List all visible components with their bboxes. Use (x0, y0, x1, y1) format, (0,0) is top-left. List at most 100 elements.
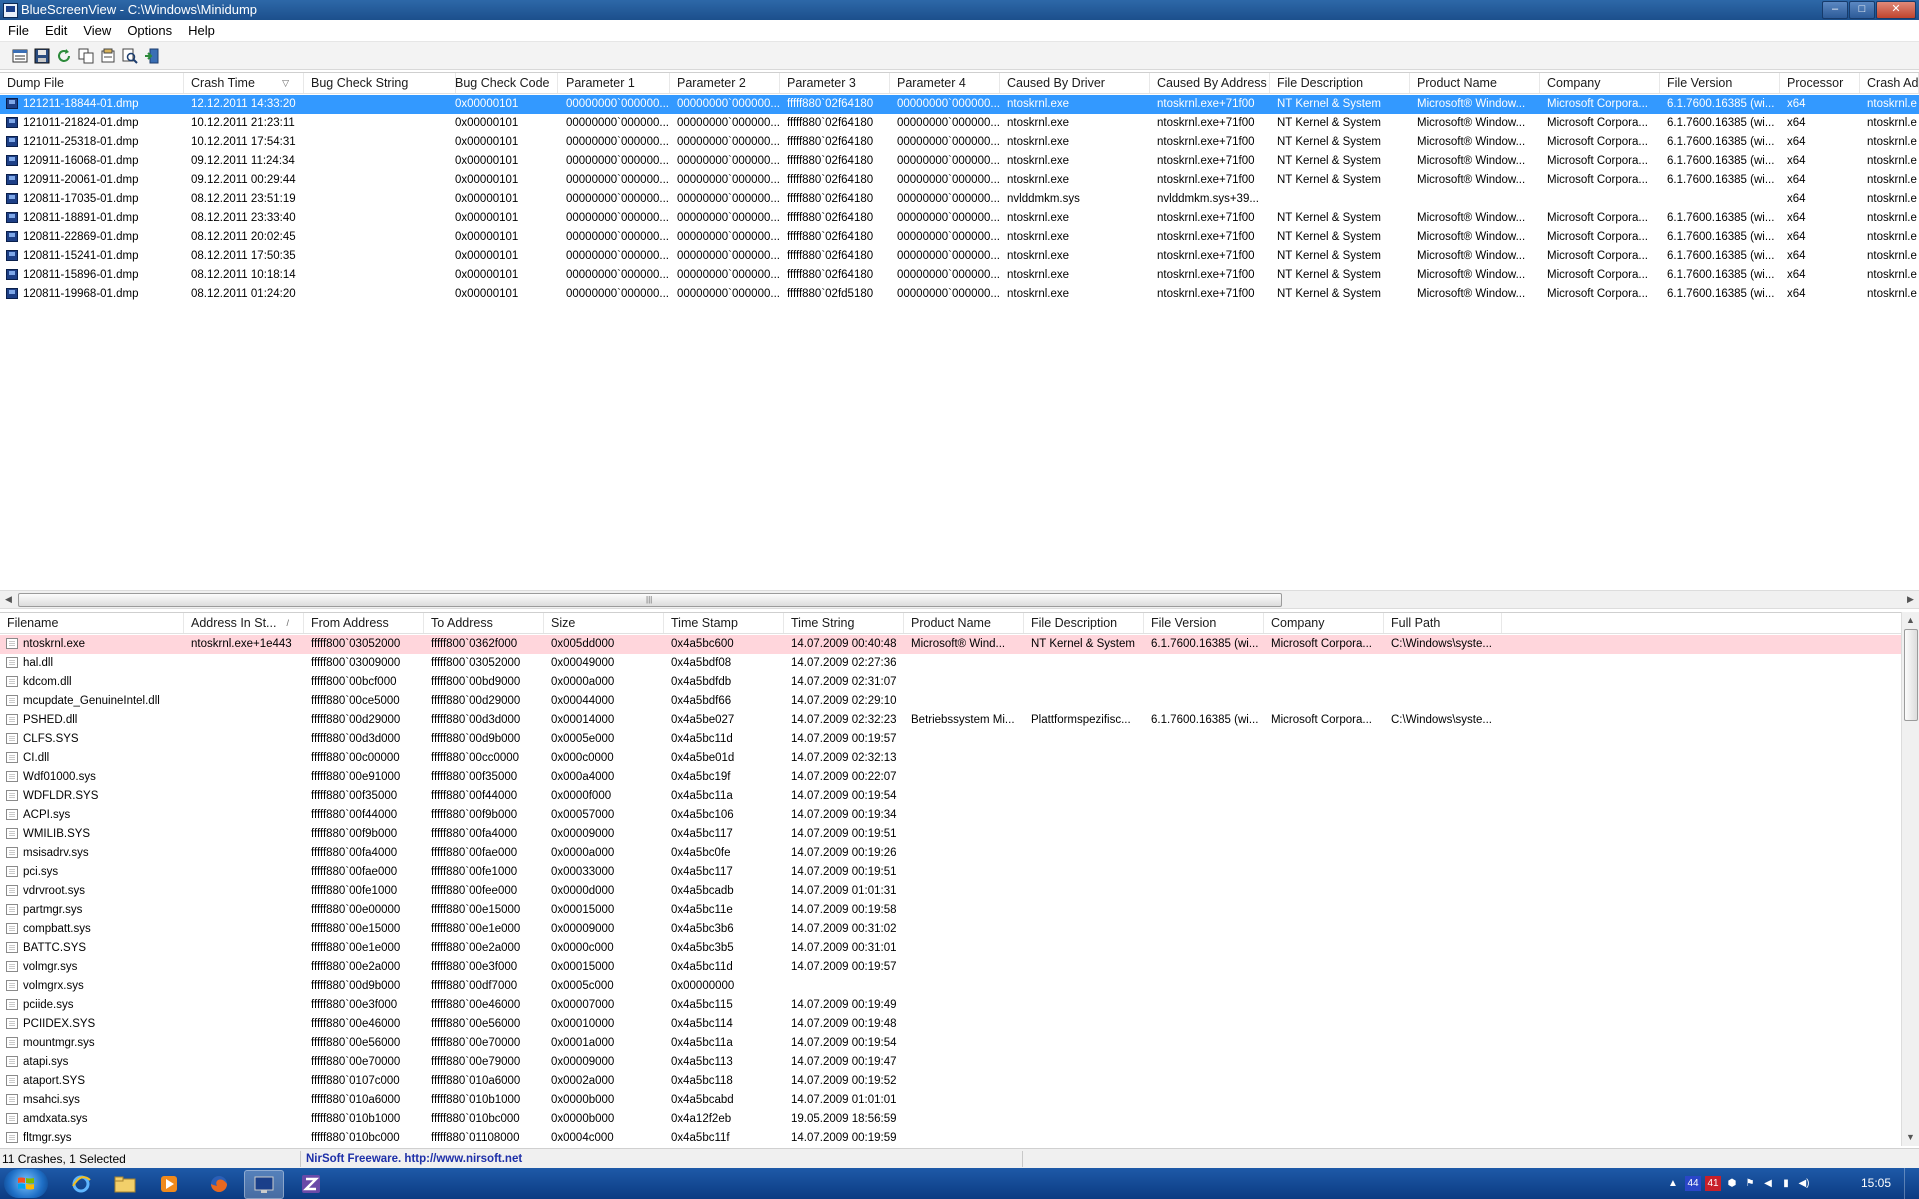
zonealarm-icon[interactable] (292, 1170, 330, 1197)
table-row[interactable]: msahci.sys fffff880`010a6000 fffff880`010b… (0, 1091, 1919, 1110)
driver-list-vscrollbar[interactable]: ▲ ▼ (1901, 612, 1919, 1146)
table-row[interactable]: 120911-20061-01.dmp 09.12.2011 00:29:44 0x… (0, 171, 1919, 190)
table-row[interactable]: 120911-16068-01.dmp 09.12.2011 11:24:34 0x… (0, 152, 1919, 171)
ie-icon[interactable] (62, 1170, 100, 1197)
driver-col-file-version[interactable]: File Version (1144, 613, 1264, 633)
table-row[interactable]: BATTC.SYS fffff880`00e1e000 fffff880`00e2a… (0, 939, 1919, 958)
table-row[interactable]: 121211-18844-01.dmp 12.12.2011 14:33:20 0x… (0, 95, 1919, 114)
crash-col-parameter-2[interactable]: Parameter 2 (670, 73, 780, 93)
driver-col-address-in-st[interactable]: Address In St... / (184, 613, 304, 633)
table-row[interactable]: WMILIB.SYS fffff880`00f9b000 fffff880`00fa… (0, 825, 1919, 844)
crash-col-caused-by-driver[interactable]: Caused By Driver (1000, 73, 1150, 93)
table-row[interactable]: atapi.sys fffff880`00e70000 fffff880`00e79… (0, 1053, 1919, 1072)
crash-col-parameter-4[interactable]: Parameter 4 (890, 73, 1000, 93)
table-row[interactable]: 120811-15241-01.dmp 08.12.2011 17:50:35 0x… (0, 247, 1919, 266)
table-row[interactable]: amdxata.sys fffff880`010b1000 fffff880`010… (0, 1110, 1919, 1129)
driver-col-product-name[interactable]: Product Name (904, 613, 1024, 633)
copy-icon[interactable] (76, 46, 95, 65)
driver-col-time-stamp[interactable]: Time Stamp (664, 613, 784, 633)
explorer-icon[interactable] (106, 1170, 144, 1197)
crash-col-dump-file[interactable]: Dump File (0, 73, 184, 93)
volume-icon[interactable]: ◀) (1797, 1176, 1811, 1191)
driver-col-filename[interactable]: Filename (0, 613, 184, 633)
properties-icon[interactable] (10, 46, 29, 65)
driver-col-company[interactable]: Company (1264, 613, 1384, 633)
table-row[interactable]: mountmgr.sys fffff880`00e56000 fffff880`00… (0, 1034, 1919, 1053)
crash-col-caused-by-address[interactable]: Caused By Address (1150, 73, 1270, 93)
table-row[interactable]: 121011-25318-01.dmp 10.12.2011 17:54:31 0x… (0, 133, 1919, 152)
firefox-icon[interactable] (200, 1170, 238, 1197)
clock[interactable]: 15:05 (1861, 1168, 1891, 1199)
menu-view[interactable]: View (75, 20, 119, 41)
driver-col-to-address[interactable]: To Address (424, 613, 544, 633)
security-icon[interactable]: ⬢ (1725, 1176, 1739, 1191)
table-row[interactable]: PSHED.dll fffff880`00d29000 fffff880`00d3d… (0, 711, 1919, 730)
action-center-flag-icon[interactable]: ⚑ (1743, 1176, 1757, 1191)
table-row[interactable]: 120811-17035-01.dmp 08.12.2011 23:51:19 0x… (0, 190, 1919, 209)
nirsoft-link[interactable]: NirSoft Freeware. http://www.nirsoft.net (306, 1149, 522, 1169)
html-report-icon[interactable] (98, 46, 117, 65)
table-row[interactable]: mcupdate_GenuineIntel.dll fffff880`00ce50… (0, 692, 1919, 711)
table-row[interactable]: compbatt.sys fffff880`00e15000 fffff880`00… (0, 920, 1919, 939)
driver-col-from-address[interactable]: From Address (304, 613, 424, 633)
crash-col-company[interactable]: Company (1540, 73, 1660, 93)
scroll-thumb[interactable] (1904, 629, 1918, 721)
table-row[interactable]: fltmgr.sys fffff880`010bc000 fffff880`0110… (0, 1129, 1919, 1147)
table-row[interactable]: pciide.sys fffff880`00e3f000 fffff880`00e4… (0, 996, 1919, 1015)
table-row[interactable]: partmgr.sys fffff880`00e00000 fffff880`00e… (0, 901, 1919, 920)
driver-col-full-path[interactable]: Full Path (1384, 613, 1502, 633)
minimize-button[interactable]: – (1822, 1, 1848, 19)
crash-col-bug-check-string[interactable]: Bug Check String (304, 73, 456, 93)
refresh-icon[interactable] (54, 46, 73, 65)
table-row[interactable]: hal.dll fffff800`03009000 fffff800`0305200… (0, 654, 1919, 673)
table-row[interactable]: PCIIDEX.SYS fffff880`00e46000 fffff880`00e… (0, 1015, 1919, 1034)
table-row[interactable]: 120811-15896-01.dmp 08.12.2011 10:18:14 0x… (0, 266, 1919, 285)
table-row[interactable]: kdcom.dll fffff800`00bcf000 fffff800`00bd9… (0, 673, 1919, 692)
scroll-right-icon[interactable]: ▶ (1902, 591, 1919, 608)
speaker-muted-icon[interactable]: ◀ (1761, 1176, 1775, 1191)
menu-file[interactable]: File (0, 20, 37, 41)
menu-help[interactable]: Help (180, 20, 223, 41)
media-player-icon[interactable] (150, 1170, 188, 1197)
menu-edit[interactable]: Edit (37, 20, 75, 41)
scroll-down-icon[interactable]: ▼ (1902, 1129, 1919, 1146)
save-icon[interactable] (32, 46, 51, 65)
table-row[interactable]: 121011-21824-01.dmp 10.12.2011 21:23:11 0x… (0, 114, 1919, 133)
crash-col-product-name[interactable]: Product Name (1410, 73, 1540, 93)
crash-col-crash-add[interactable]: Crash Add (1860, 73, 1919, 93)
scroll-left-icon[interactable]: ◀ (0, 591, 17, 608)
crash-list-hscrollbar[interactable]: ◀ ||| ▶ (0, 590, 1919, 609)
table-row[interactable]: ACPI.sys fffff880`00f44000 fffff880`00f9b0… (0, 806, 1919, 825)
table-row[interactable]: 120811-22869-01.dmp 08.12.2011 20:02:45 0x… (0, 228, 1919, 247)
bluescreenview-icon[interactable] (244, 1170, 284, 1199)
crash-col-file-description[interactable]: File Description (1270, 73, 1410, 93)
show-desktop-button[interactable] (1904, 1168, 1919, 1199)
close-button[interactable]: ✕ (1876, 1, 1916, 19)
table-row[interactable]: 120811-18891-01.dmp 08.12.2011 23:33:40 0x… (0, 209, 1919, 228)
scroll-up-icon[interactable]: ▲ (1902, 612, 1919, 629)
crash-col-parameter-3[interactable]: Parameter 3 (780, 73, 890, 93)
table-row[interactable]: volmgrx.sys fffff880`00d9b000 fffff880`00d… (0, 977, 1919, 996)
menu-options[interactable]: Options (119, 20, 180, 41)
start-button[interactable] (4, 1169, 48, 1198)
table-row[interactable]: pci.sys fffff880`00fae000 fffff880`00fe100… (0, 863, 1919, 882)
find-icon[interactable] (120, 46, 139, 65)
crash-col-bug-check-code[interactable]: Bug Check Code (448, 73, 558, 93)
show-hidden-icons-icon[interactable]: ▲ (1667, 1176, 1679, 1191)
driver-col-size[interactable]: Size (544, 613, 664, 633)
tray-badge-red[interactable]: 41 (1705, 1176, 1721, 1191)
table-row[interactable]: vdrvroot.sys fffff880`00fe1000 fffff880`00… (0, 882, 1919, 901)
network-icon[interactable]: ▮ (1779, 1176, 1793, 1191)
table-row[interactable]: Wdf01000.sys fffff880`00e91000 fffff880`00… (0, 768, 1919, 787)
driver-col-time-string[interactable]: Time String (784, 613, 904, 633)
crash-col-crash-time[interactable]: Crash Time ▽ (184, 73, 304, 93)
crash-col-file-version[interactable]: File Version (1660, 73, 1780, 93)
table-row[interactable]: ataport.SYS fffff880`0107c000 fffff880`010… (0, 1072, 1919, 1091)
tray-badge-blue[interactable]: 44 (1685, 1176, 1701, 1191)
table-row[interactable]: volmgr.sys fffff880`00e2a000 fffff880`00e3… (0, 958, 1919, 977)
table-row[interactable]: 120811-19968-01.dmp 08.12.2011 01:24:20 0x… (0, 285, 1919, 304)
exit-icon[interactable] (142, 46, 161, 65)
maximize-button[interactable]: □ (1849, 1, 1875, 19)
driver-col-file-description[interactable]: File Description (1024, 613, 1144, 633)
crash-col-parameter-1[interactable]: Parameter 1 (559, 73, 670, 93)
